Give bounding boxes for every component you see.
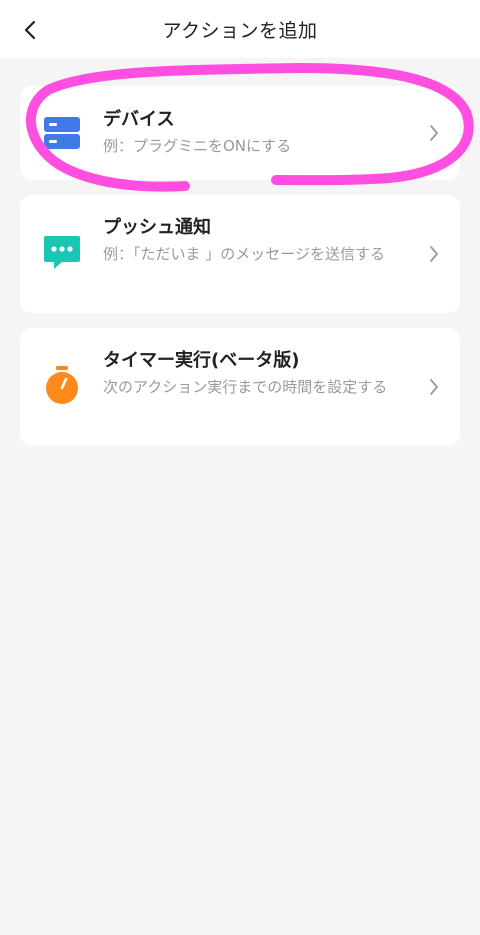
action-description: 次のアクション実行までの時間を設定する	[103, 378, 388, 396]
page-title: アクションを追加	[162, 20, 318, 42]
chevron-right-icon	[426, 377, 442, 397]
action-text: デバイス 例：プラグミニをONにする	[103, 107, 413, 159]
action-description: 例：「ただいま 」のメッセージを送信する	[103, 245, 385, 263]
header-bar: アクションを追加	[0, 0, 480, 58]
action-item-push-notification[interactable]: プッシュ通知 例：「ただいま 」のメッセージを送信する	[20, 195, 460, 313]
action-text: タイマー実行(ベータ版) 次のアクション実行までの時間を設定する	[103, 348, 413, 400]
chevron-right-icon	[426, 123, 442, 143]
chat-bubble-icon	[42, 232, 82, 272]
stopwatch-icon	[42, 365, 82, 405]
chevron-right-icon	[426, 244, 442, 264]
device-icon	[42, 113, 82, 153]
action-title: プッシュ通知	[103, 217, 211, 238]
action-description: 例：プラグミニをONにする	[103, 137, 292, 155]
action-item-device[interactable]: デバイス 例：プラグミニをONにする	[20, 86, 460, 180]
add-action-screen: アクションを追加 デバイス 例：プラグミニをONにする プッシュ通知 例：「ただ…	[0, 0, 480, 935]
action-title: デバイス	[103, 109, 175, 130]
action-item-timer[interactable]: タイマー実行(ベータ版) 次のアクション実行までの時間を設定する	[20, 328, 460, 446]
action-text: プッシュ通知 例：「ただいま 」のメッセージを送信する	[103, 215, 413, 267]
action-title: タイマー実行(ベータ版)	[103, 350, 300, 371]
